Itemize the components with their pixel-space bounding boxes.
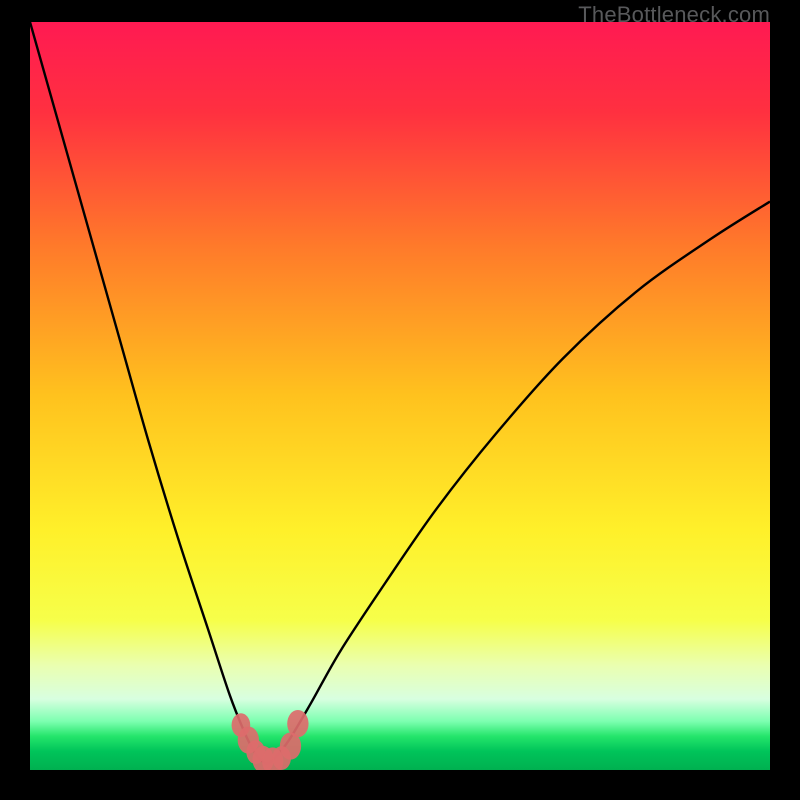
bottleneck-marker	[287, 710, 308, 737]
plot-area	[30, 22, 770, 770]
chart-svg	[30, 22, 770, 770]
chart-frame: TheBottleneck.com	[0, 0, 800, 800]
gradient-bg	[30, 22, 770, 770]
